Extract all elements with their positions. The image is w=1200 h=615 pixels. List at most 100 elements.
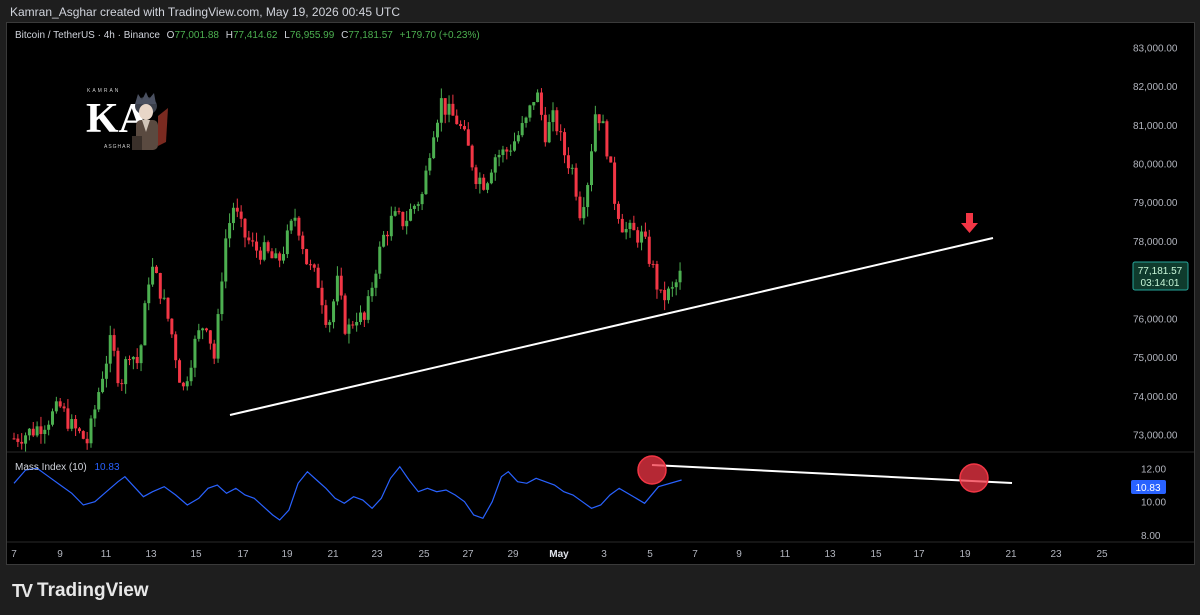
candle-body [663, 289, 667, 301]
candle-body [243, 218, 247, 238]
candle-body [539, 92, 543, 115]
candle-body [154, 266, 158, 273]
candle-body [590, 151, 593, 186]
candle-body [24, 435, 28, 444]
time-axis: 7 9 11 13 15 17 19 21 23 25 27 29 May 3 5 7 9 11 13 15 17 19 2… [11, 549, 1108, 560]
candle-body [528, 105, 532, 118]
legend-close-label: C [341, 30, 348, 41]
candle-body [197, 330, 201, 339]
indicator-tick-label: 8.00 [1141, 531, 1161, 542]
candle-body [351, 324, 355, 326]
indicator-name: Mass Index (10) [15, 462, 87, 473]
candle-body [605, 121, 609, 157]
candle-body [459, 124, 463, 127]
candle-body [97, 392, 101, 410]
candle-body [651, 263, 655, 265]
candle-body [493, 157, 497, 173]
candle-body [343, 295, 347, 334]
time-tick-label: 23 [371, 549, 383, 560]
candle-body [393, 211, 397, 216]
candle-body [328, 322, 332, 325]
legend-high: 77,414.62 [233, 30, 278, 41]
time-tick-label: 3 [601, 549, 607, 560]
chart-canvas[interactable]: 83,000.00 82,000.00 81,000.00 80,000.00 79,0… [0, 0, 1200, 615]
time-tick-label: 15 [870, 549, 882, 560]
candle-body [436, 122, 439, 138]
candle-body [108, 335, 112, 364]
candlestick-series [12, 88, 682, 452]
candle-body [532, 102, 536, 106]
candle-body [101, 378, 105, 393]
candle-body [482, 177, 486, 190]
candle-body [636, 230, 640, 243]
candle-body [39, 426, 43, 435]
candle-body [312, 264, 316, 268]
mass-index-trendline[interactable] [651, 464, 1013, 484]
candle-body [505, 149, 509, 152]
candle-body [643, 231, 647, 237]
highlight-circle [637, 455, 667, 485]
time-tick-label: 17 [237, 549, 249, 560]
candle-body [489, 172, 493, 184]
candle-body [374, 273, 378, 288]
indicator-value: 10.83 [94, 462, 119, 473]
candle-body [20, 441, 24, 444]
candle-body [659, 289, 663, 291]
mass-index-series [13, 465, 682, 521]
candle-body [609, 156, 613, 163]
candle-body [239, 211, 243, 219]
indicator-tick-label: 12.00 [1141, 464, 1166, 475]
candle-body [516, 135, 520, 142]
candle-body [582, 207, 586, 219]
candle-body [432, 137, 436, 159]
candle-body [570, 167, 574, 169]
candle-body [355, 321, 359, 326]
candle-body [212, 343, 216, 359]
candle-body [566, 155, 570, 169]
candle-body [27, 428, 31, 436]
legend-low: 76,955.99 [290, 30, 335, 41]
candle-body [601, 121, 605, 124]
candle-body [74, 419, 78, 429]
time-tick-label: 29 [507, 549, 519, 560]
candle-body [289, 220, 293, 231]
candle-body [593, 114, 597, 152]
price-tick-label: 83,000.00 [1133, 43, 1178, 54]
candle-body [655, 263, 659, 290]
indicator-legend: Mass Index (10) 10.83 [15, 462, 120, 473]
candle-body [451, 103, 455, 116]
price-axis: 83,000.00 82,000.00 81,000.00 80,000.00 79,0… [1133, 43, 1178, 441]
candle-body [124, 359, 128, 385]
candle-body [139, 345, 143, 364]
candle-body [224, 238, 228, 282]
candle-body [555, 110, 559, 132]
candle-body [332, 301, 336, 323]
candle-body [674, 282, 678, 288]
candle-body [378, 246, 382, 274]
time-tick-label: 13 [824, 549, 836, 560]
candle-body [339, 275, 343, 296]
last-price-value: 77,181.57 [1138, 266, 1183, 277]
candle-body [385, 234, 389, 237]
candle-body [474, 167, 478, 185]
candle-body [586, 185, 590, 208]
candle-body [443, 98, 447, 115]
time-tick-label: 23 [1050, 549, 1062, 560]
candle-body [12, 438, 16, 440]
price-tick-label: 82,000.00 [1133, 82, 1178, 93]
candle-body [189, 367, 193, 382]
last-price-label: 77,181.5703:14:01 10.83 [1131, 261, 1189, 494]
time-tick-label: 11 [101, 549, 112, 560]
candle-body [116, 350, 120, 384]
logo-bottom-text: ASGHAR [104, 144, 131, 150]
candle-body [478, 177, 482, 185]
tradingview-brand[interactable]: TV TradingView [12, 580, 149, 602]
price-tick-label: 79,000.00 [1133, 198, 1178, 209]
candle-body [428, 158, 432, 171]
candle-body [162, 297, 166, 299]
price-tick-label: 74,000.00 [1133, 392, 1178, 403]
candle-body [409, 208, 413, 221]
candle-body [120, 383, 124, 385]
mass-index-trendline-layer [637, 455, 1013, 493]
candle-body [347, 324, 351, 334]
